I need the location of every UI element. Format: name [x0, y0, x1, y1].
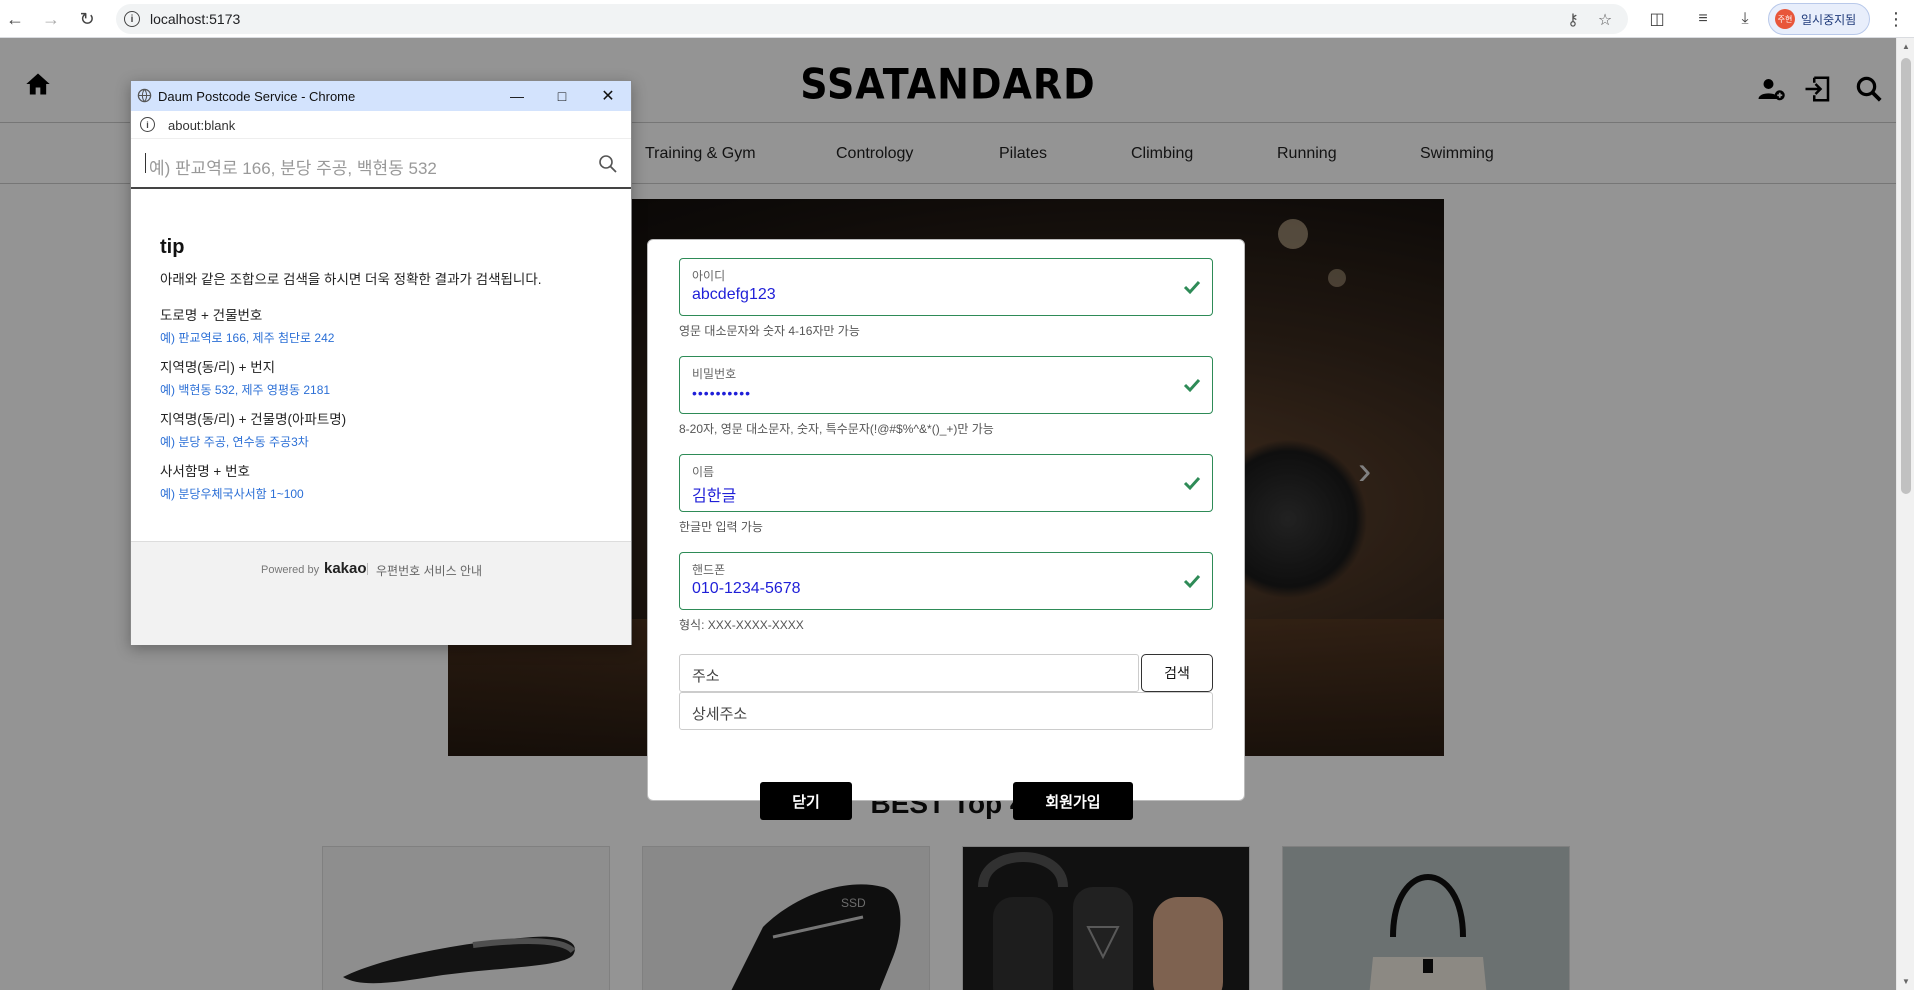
password-label: 비밀번호 — [692, 367, 737, 381]
text-caret — [145, 153, 146, 173]
site-info-icon[interactable]: i — [124, 11, 140, 27]
footer-divider — [367, 563, 368, 575]
id-hint: 영문 대소문자와 숫자 4-16자만 가능 — [679, 324, 860, 338]
minimize-icon[interactable]: — — [507, 86, 527, 106]
popup-titlebar[interactable]: Daum Postcode Service - Chrome — □ ✕ — [131, 81, 631, 111]
tip-title: tip — [160, 236, 185, 258]
signup-modal: 아이디 abcdefg123 영문 대소문자와 숫자 4-16자만 가능 비밀번… — [647, 239, 1245, 820]
tip-heading: 지역명(동/리) + 번지 — [160, 360, 276, 375]
tip-example: 예) 판교역로 166, 제주 첨단로 242 — [160, 331, 335, 345]
address-input[interactable]: 주소 — [679, 654, 1139, 692]
page-scrollbar[interactable]: ▲ ▼ — [1896, 38, 1914, 990]
tip-heading: 사서함명 + 번호 — [160, 464, 250, 479]
address-bar[interactable]: i localhost:5173 ⚷ ☆ — [116, 4, 1628, 34]
popup-url: about:blank — [168, 118, 236, 133]
back-icon[interactable]: ← — [4, 8, 26, 30]
name-hint: 한글만 입력 가능 — [679, 520, 763, 534]
profile-button[interactable]: 주현 일시중지됨 — [1768, 3, 1870, 35]
chrome-menu-icon[interactable]: ⋮ — [1886, 9, 1906, 29]
id-label: 아이디 — [692, 269, 726, 283]
check-icon — [1183, 574, 1201, 589]
browser-toolbar: ← → ↻ i localhost:5173 ⚷ ☆ ◫ ≡ ⤓ 주현 일시중지… — [0, 0, 1914, 38]
media-control-icon[interactable]: ≡ — [1692, 8, 1714, 30]
postcode-search-bar[interactable]: 예) 판교역로 166, 분당 주공, 백현동 532 — [131, 139, 631, 189]
password-hint: 8-20자, 영문 대소문자, 숫자, 특수문자(!@#$%^&*()_+)만 … — [679, 422, 994, 436]
name-field[interactable]: 이름 김한글 — [679, 454, 1213, 512]
extensions-icon[interactable]: ◫ — [1646, 8, 1668, 30]
postcode-guide-link[interactable]: 우편번호 서비스 안내 — [376, 562, 482, 579]
address-bar-url[interactable]: localhost:5173 — [150, 11, 240, 27]
tip-heading: 도로명 + 건물번호 — [160, 308, 263, 323]
avatar: 주현 — [1775, 9, 1795, 29]
password-value[interactable]: •••••••••• — [692, 385, 751, 401]
name-label: 이름 — [692, 465, 715, 479]
reload-icon[interactable]: ↻ — [76, 8, 98, 30]
address-detail-input[interactable]: 상세주소 — [679, 692, 1213, 730]
tip-example: 예) 분당 주공, 연수동 주공3차 — [160, 435, 309, 449]
forward-icon[interactable]: → — [40, 8, 62, 30]
address-detail-placeholder: 상세주소 — [692, 706, 748, 723]
check-icon — [1183, 378, 1201, 393]
globe-icon — [137, 88, 152, 103]
postcode-search-input[interactable]: 예) 판교역로 166, 분당 주공, 백현동 532 — [149, 154, 437, 179]
search-icon[interactable] — [597, 153, 619, 175]
phone-hint: 형식: XXX-XXXX-XXXX — [679, 618, 804, 632]
tip-example: 예) 백현동 532, 제주 영평동 2181 — [160, 383, 331, 397]
phone-field[interactable]: 핸드폰 010-1234-5678 — [679, 552, 1213, 610]
scroll-up-icon[interactable]: ▲ — [1902, 42, 1910, 51]
scroll-down-icon[interactable]: ▼ — [1902, 977, 1910, 986]
phone-label: 핸드폰 — [692, 563, 726, 577]
tip-description: 아래와 같은 조합으로 검색을 하시면 더욱 정확한 결과가 검색됩니다. — [160, 272, 542, 287]
powered-by-label: Powered by — [261, 564, 320, 576]
popup-footer: Powered by kakao 우편번호 서비스 안내 — [131, 541, 631, 645]
site-info-icon[interactable]: i — [140, 117, 155, 132]
name-value[interactable]: 김한글 — [692, 482, 736, 506]
tip-example: 예) 분당우체국사서함 1~100 — [160, 487, 304, 501]
check-icon — [1183, 280, 1201, 295]
close-icon[interactable]: ✕ — [598, 86, 618, 106]
id-value[interactable]: abcdefg123 — [692, 286, 776, 304]
maximize-icon[interactable]: □ — [552, 86, 572, 106]
phone-value[interactable]: 010-1234-5678 — [692, 580, 801, 598]
scrollbar-thumb[interactable] — [1901, 58, 1911, 494]
tip-heading: 지역명(동/리) + 건물명(아파트명) — [160, 412, 347, 427]
password-key-icon[interactable]: ⚷ — [1564, 11, 1582, 29]
kakao-logo[interactable]: kakao — [324, 560, 367, 577]
bookmark-star-icon[interactable]: ☆ — [1596, 11, 1614, 29]
id-field[interactable]: 아이디 abcdefg123 — [679, 258, 1213, 316]
popup-address-bar: i about:blank — [131, 111, 631, 139]
download-icon[interactable]: ⤓ — [1734, 8, 1756, 30]
profile-label: 일시중지됨 — [1801, 12, 1857, 27]
address-placeholder: 주소 — [692, 668, 720, 685]
check-icon — [1183, 476, 1201, 491]
close-button[interactable]: 닫기 — [760, 782, 852, 820]
address-search-button[interactable]: 검색 — [1141, 654, 1213, 692]
signup-button[interactable]: 회원가입 — [1013, 782, 1133, 820]
password-field[interactable]: 비밀번호 •••••••••• — [679, 356, 1213, 414]
postcode-popup-window: Daum Postcode Service - Chrome — □ ✕ i a… — [130, 80, 632, 645]
popup-window-title: Daum Postcode Service - Chrome — [158, 89, 356, 104]
